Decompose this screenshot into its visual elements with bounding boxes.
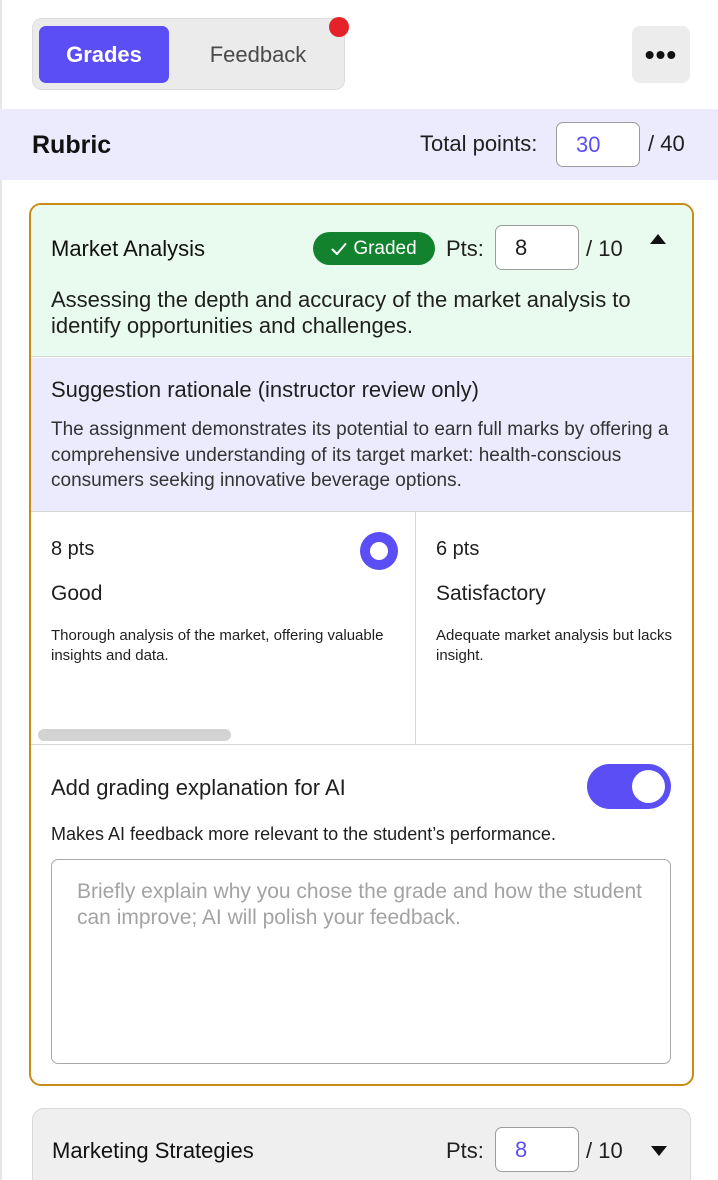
view-tabs: Grades Feedback: [32, 18, 345, 90]
chevron-down-icon[interactable]: [650, 1145, 668, 1157]
suggestion-rationale: Suggestion rationale (instructor review …: [31, 358, 692, 512]
check-icon: [331, 242, 347, 255]
points-max: / 10: [586, 1138, 623, 1163]
tab-feedback[interactable]: Feedback: [183, 26, 333, 83]
criterion-card-market-analysis: Market Analysis Graded Pts: 8 / 10 Asses…: [29, 203, 694, 1086]
rationale-title: Suggestion rationale (instructor review …: [51, 377, 479, 402]
chevron-up-icon[interactable]: [649, 233, 667, 245]
more-horizontal-icon: •••: [644, 38, 678, 70]
rationale-text: The assignment demonstrates its potentia…: [51, 419, 669, 491]
criterion-card-marketing-strategies[interactable]: Marketing Strategies Pts: 8 / 10: [32, 1108, 691, 1180]
criterion-header: Market Analysis Graded Pts: 8 / 10 Asses…: [31, 205, 692, 357]
explanation-title: Add grading explanation for AI: [51, 775, 346, 800]
total-points-input[interactable]: 30: [556, 122, 640, 167]
level-satisfactory[interactable]: 6 pts Satisfactory Adequate market analy…: [416, 512, 692, 744]
level-description-line: insight.: [436, 647, 484, 664]
total-points-label: Total points:: [420, 131, 538, 156]
graded-badge: Graded: [313, 232, 435, 265]
points-input[interactable]: 8: [495, 1127, 579, 1172]
level-description: Adequate market analysis but lacks insig…: [436, 626, 692, 666]
points-label: Pts:: [446, 236, 484, 261]
explanation-placeholder: Briefly explain why you chose the grade …: [77, 880, 643, 929]
level-points: 8 pts: [51, 538, 95, 560]
more-options-button[interactable]: •••: [632, 26, 690, 83]
level-name: Satisfactory: [436, 582, 546, 605]
level-description: Thorough analysis of the market, offerin…: [51, 627, 384, 664]
criterion-title: Market Analysis: [51, 236, 206, 261]
level-radio-selected[interactable]: [360, 532, 398, 570]
ai-explanation-toggle[interactable]: [587, 764, 671, 809]
tab-grades[interactable]: Grades: [39, 26, 169, 83]
explanation-textarea[interactable]: Briefly explain why you chose the grade …: [51, 859, 671, 1064]
total-points-max: / 40: [648, 131, 685, 156]
points-input[interactable]: 8: [495, 225, 579, 270]
points-label: Pts:: [446, 1138, 484, 1163]
rubric-header: Rubric Total points: 30 / 40: [0, 109, 718, 180]
level-name: Good: [51, 582, 103, 605]
grading-explanation: Add grading explanation for AI Makes AI …: [31, 745, 692, 1084]
level-description-line: Adequate market analysis but lacks: [436, 627, 672, 644]
explanation-subtitle: Makes AI feedback more relevant to the s…: [51, 824, 556, 844]
level-points: 6 pts: [436, 538, 480, 560]
rating-levels: 8 pts Good Thorough analysis of the mark…: [31, 512, 692, 745]
rubric-title: Rubric: [32, 131, 112, 159]
level-good[interactable]: 8 pts Good Thorough analysis of the mark…: [31, 512, 416, 744]
horizontal-scrollbar[interactable]: [38, 729, 231, 741]
graded-badge-label: Graded: [353, 237, 417, 259]
criterion-title: Marketing Strategies: [52, 1138, 254, 1163]
notification-dot: [329, 17, 349, 37]
criterion-description: Assessing the depth and accuracy of the …: [51, 287, 631, 338]
points-max: / 10: [586, 236, 623, 261]
